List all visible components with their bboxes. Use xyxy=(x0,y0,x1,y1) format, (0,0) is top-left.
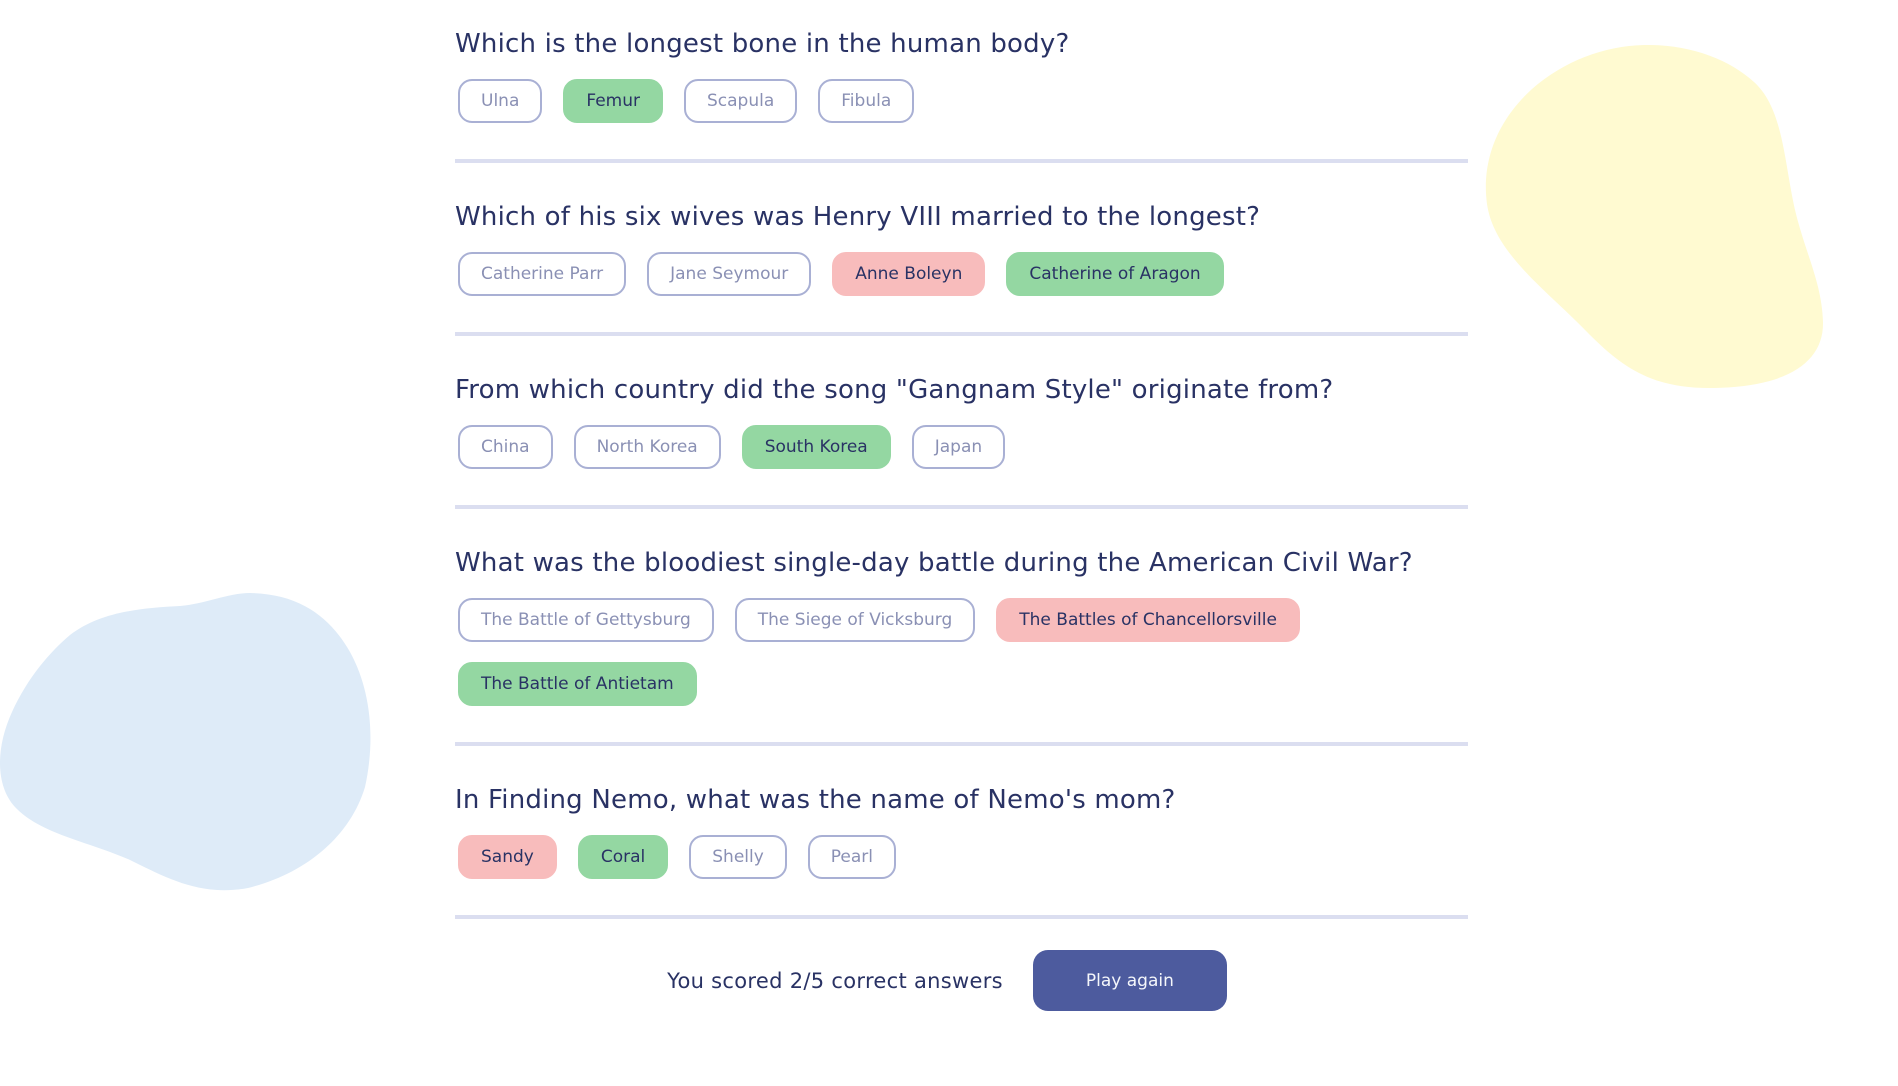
play-again-button[interactable]: Play again xyxy=(1032,950,1227,1011)
answer-option[interactable]: Scapula xyxy=(684,79,798,123)
answer-option-correct[interactable]: Coral xyxy=(577,835,669,879)
answer-option[interactable]: The Siege of Vicksburg xyxy=(734,598,976,642)
question-title: What was the bloodiest single-day battle… xyxy=(455,548,1413,578)
score-text: You scored 2/5 correct answers xyxy=(667,968,1003,993)
answer-option-correct[interactable]: South Korea xyxy=(741,425,891,469)
answer-option[interactable]: Japan xyxy=(911,425,1006,469)
answer-options: China North Korea South Korea Japan xyxy=(455,425,1469,469)
answer-option[interactable]: China xyxy=(458,425,553,469)
answer-option[interactable]: Shelly xyxy=(689,835,787,879)
answer-option-correct[interactable]: The Battle of Antietam xyxy=(458,662,697,706)
answer-option-correct[interactable]: Femur xyxy=(563,79,663,123)
answer-option[interactable]: Pearl xyxy=(807,835,897,879)
question-5: In Finding Nemo, what was the name of Ne… xyxy=(455,746,1469,919)
score-row: You scored 2/5 correct answers Play agai… xyxy=(455,950,1469,1011)
question-4: What was the bloodiest single-day battle… xyxy=(455,509,1469,746)
question-2: Which of his six wives was Henry VIII ma… xyxy=(455,163,1469,336)
decorative-yellow-blob xyxy=(1485,44,1824,389)
answer-option[interactable]: Jane Seymour xyxy=(647,252,812,296)
answer-option-wrong[interactable]: Anne Boleyn xyxy=(832,252,986,296)
answer-option-wrong[interactable]: The Battles of Chancellorsville xyxy=(996,598,1300,642)
quiz-results: Which is the longest bone in the human b… xyxy=(455,0,1469,1011)
answer-option[interactable]: Ulna xyxy=(458,79,543,123)
question-title: From which country did the song "Gangnam… xyxy=(455,375,1334,405)
question-title: Which of his six wives was Henry VIII ma… xyxy=(455,202,1261,232)
decorative-blue-blob xyxy=(0,593,371,891)
answer-option-wrong[interactable]: Sandy xyxy=(458,835,557,879)
answer-option[interactable]: Fibula xyxy=(818,79,915,123)
answer-option[interactable]: North Korea xyxy=(573,425,721,469)
question-3: From which country did the song "Gangnam… xyxy=(455,336,1469,509)
question-title: Which is the longest bone in the human b… xyxy=(455,29,1070,59)
answer-option-correct[interactable]: Catherine of Aragon xyxy=(1006,252,1224,296)
answer-options: The Battle of Gettysburg The Siege of Vi… xyxy=(455,598,1469,706)
question-title: In Finding Nemo, what was the name of Ne… xyxy=(455,785,1176,815)
answer-option[interactable]: The Battle of Gettysburg xyxy=(458,598,714,642)
answer-options: Ulna Femur Scapula Fibula xyxy=(455,79,1469,123)
answer-options: Catherine Parr Jane Seymour Anne Boleyn … xyxy=(455,252,1469,296)
question-1: Which is the longest bone in the human b… xyxy=(455,0,1469,163)
answer-option[interactable]: Catherine Parr xyxy=(458,252,627,296)
divider xyxy=(455,915,1468,919)
answer-options: Sandy Coral Shelly Pearl xyxy=(455,835,1469,879)
